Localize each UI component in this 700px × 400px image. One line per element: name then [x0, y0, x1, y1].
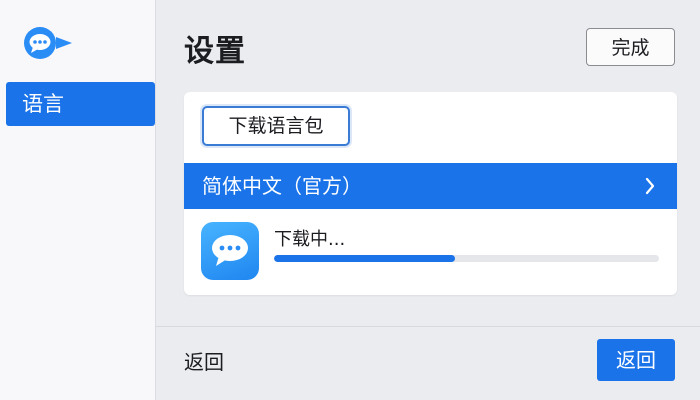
sidebar-item-language[interactable]: 语言 [6, 82, 155, 126]
settings-window: 语言 设置 完成 下载语言包 简体中文（官方） 下载中... 返回 返回 [0, 0, 700, 400]
chat-bubble-icon [22, 26, 74, 60]
page-title: 设置 [184, 34, 246, 69]
sidebar: 语言 [0, 0, 156, 400]
main-panel: 设置 完成 下载语言包 简体中文（官方） 下载中... 返回 返回 [156, 0, 700, 400]
chat-bubble-icon [201, 222, 259, 280]
download-progress-fill [274, 255, 455, 262]
download-progress-bar [274, 255, 659, 262]
language-option-simplified-chinese[interactable]: 简体中文（官方） [184, 163, 677, 209]
chevron-right-icon [643, 163, 657, 209]
back-button[interactable]: 返回 [597, 339, 675, 381]
back-link[interactable]: 返回 [184, 346, 224, 375]
download-status: 下载中... [274, 229, 346, 250]
language-card: 下载语言包 简体中文（官方） 下载中... [184, 92, 677, 295]
download-language-pack-button[interactable]: 下载语言包 [202, 106, 350, 146]
language-option-label: 简体中文（官方） [202, 174, 362, 198]
download-progress-row: 下载中... [184, 209, 677, 295]
footer-divider [156, 326, 700, 327]
done-button[interactable]: 完成 [586, 28, 675, 66]
